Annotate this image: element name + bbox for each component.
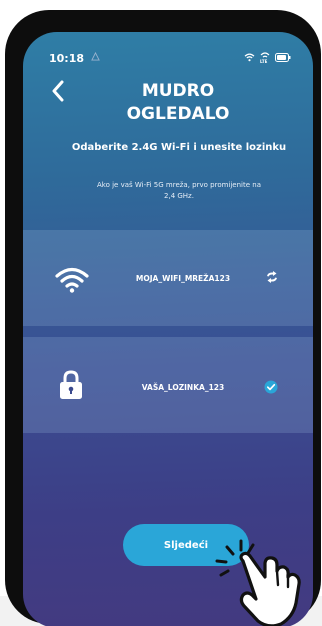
instructions-note: Ako je vaš Wi-Fi 5G mreža, prvo promijen…	[97, 181, 261, 200]
status-icons: LTE	[244, 52, 291, 64]
password-row[interactable]: VAŠA_LOZINKA_123	[23, 337, 313, 433]
page-title-line-1: MUDRO	[141, 81, 215, 101]
wifi-icon	[55, 267, 89, 293]
app-screen: 10:18 LTE MUDRO OGLEDALO Odaberite 2.4G …	[23, 32, 313, 626]
wifi-network-row[interactable]: MOJA_WIFI_MREŽA123	[23, 230, 313, 326]
status-bar: 10:18 LTE	[23, 32, 313, 68]
page-title-line-2: OGLEDALO	[126, 104, 230, 124]
swap-network-icon[interactable]	[265, 271, 279, 283]
phone-frame: 10:18 LTE MUDRO OGLEDALO Odaberite 2.4G …	[5, 10, 321, 626]
status-time: 10:18	[49, 52, 85, 65]
wifi-network-name: MOJA_WIFI_MREŽA123	[135, 274, 231, 283]
check-circle-icon	[264, 380, 278, 394]
lock-icon	[60, 370, 82, 399]
battery-icon	[275, 53, 291, 62]
lte-label: LTE	[260, 59, 268, 64]
back-chevron-icon[interactable]	[51, 80, 65, 102]
tap-hand-icon	[215, 539, 301, 626]
wifi-status-icon	[244, 53, 255, 62]
lte-signal-icon: LTE	[260, 52, 270, 64]
password-field[interactable]: VAŠA_LOZINKA_123	[103, 383, 263, 392]
instructions-heading: Odaberite 2.4G Wi-Fi i unesite lozinku	[71, 142, 287, 153]
alert-icon	[91, 52, 100, 61]
